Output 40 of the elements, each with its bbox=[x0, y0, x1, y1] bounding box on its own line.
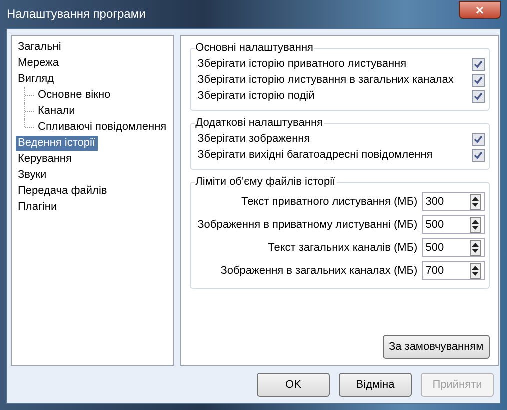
tree-item[interactable]: Ведення історії bbox=[16, 136, 98, 150]
dialog-button[interactable]: Відміна bbox=[339, 373, 412, 397]
checkbox[interactable] bbox=[472, 74, 485, 86]
group-title: Основні налаштування bbox=[194, 42, 314, 54]
field-label: Текст приватного листування (МБ) bbox=[242, 196, 418, 208]
defaults-button[interactable]: За замовчуванням bbox=[382, 335, 490, 359]
up-down-arrows-icon[interactable] bbox=[470, 262, 481, 278]
checkbox[interactable] bbox=[472, 132, 485, 146]
tree-item[interactable]: Основне вікно bbox=[36, 88, 113, 102]
checkbox-label: Зберігати історію подій bbox=[198, 90, 315, 102]
checkbox[interactable] bbox=[472, 90, 485, 102]
number-spinner[interactable]: 700 bbox=[422, 261, 485, 280]
checkbox[interactable] bbox=[472, 148, 485, 162]
group-title: Додаткові налаштування bbox=[194, 117, 324, 129]
checkbox-label: Зберігати зображення bbox=[198, 133, 310, 145]
group-title: Ліміти об'єму файлів історії bbox=[194, 176, 337, 188]
dialog-button[interactable]: OK bbox=[257, 373, 330, 397]
window-title: Налаштування програми bbox=[6, 7, 146, 21]
field-label: Зображення в приватному листуванні (МБ) bbox=[198, 218, 418, 230]
field-label: Зображення в загальних каналах (МБ) bbox=[220, 264, 418, 276]
tree-item[interactable]: Мережа bbox=[16, 56, 61, 70]
tree-item[interactable]: Канали bbox=[36, 104, 78, 118]
up-down-arrows-icon[interactable] bbox=[470, 216, 481, 232]
tree-item[interactable]: Загальні bbox=[16, 40, 64, 54]
checkbox-label: Зберігати вихідні багатоадресні повідомлення bbox=[198, 149, 433, 161]
tree-item[interactable]: Передача файлів bbox=[16, 184, 110, 198]
tree-item[interactable]: Вигляд bbox=[16, 72, 56, 86]
number-spinner[interactable]: 500 bbox=[422, 238, 485, 257]
tree-item[interactable]: Спливаючі повідомлення bbox=[36, 120, 169, 134]
up-down-arrows-icon[interactable] bbox=[470, 240, 481, 256]
checkbox-label: Зберігати історію приватного листування bbox=[198, 58, 407, 70]
number-spinner[interactable]: 300 bbox=[422, 192, 485, 211]
tree-item[interactable]: Звуки bbox=[16, 168, 49, 182]
tree-item[interactable]: Керування bbox=[16, 152, 74, 166]
tree-item[interactable]: Плагіни bbox=[16, 200, 60, 214]
checkbox-label: Зберігати історію листування в загальних каналах bbox=[198, 74, 454, 86]
checkbox[interactable] bbox=[472, 58, 485, 70]
number-spinner[interactable]: 500 bbox=[422, 215, 485, 234]
up-down-arrows-icon[interactable] bbox=[470, 194, 481, 210]
field-label: Текст загальних каналів (МБ) bbox=[268, 242, 418, 254]
